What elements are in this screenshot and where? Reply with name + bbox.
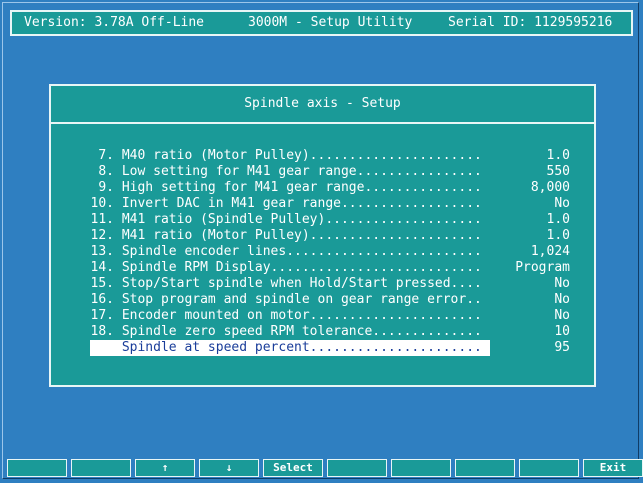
- setting-label: 13. Spindle encoder lines...............…: [90, 244, 490, 260]
- setting-value: No: [554, 276, 570, 291]
- setting-name: Encoder mounted on motor................…: [121, 308, 482, 323]
- setting-value: No: [554, 292, 570, 307]
- f2-key[interactable]: [71, 459, 131, 477]
- setting-row[interactable]: 19. Spindle at speed percent............…: [51, 340, 594, 356]
- setting-name: Low setting for M41 gear range..........…: [121, 164, 482, 179]
- setting-number: 19.: [90, 340, 114, 355]
- setting-number: 7.: [98, 148, 114, 163]
- setting-value: 1.0: [546, 148, 570, 163]
- setting-number: 14.: [90, 260, 114, 275]
- exit-key[interactable]: Exit: [583, 459, 643, 477]
- setting-label: 12. M41 ratio (Motor Pulley)............…: [90, 228, 490, 244]
- setting-row[interactable]: 9. High setting for M41 gear range......…: [51, 180, 594, 196]
- setting-value: 10: [554, 324, 570, 339]
- f9-key[interactable]: [519, 459, 579, 477]
- setting-number: 17.: [90, 308, 114, 323]
- setting-name: Stop/Start spindle when Hold/Start press…: [121, 276, 482, 291]
- setting-number: 13.: [90, 244, 114, 259]
- setting-row[interactable]: 16. Stop program and spindle on gear ran…: [51, 292, 594, 308]
- setting-row[interactable]: 7. M40 ratio (Motor Pulley).............…: [51, 148, 594, 164]
- setting-label: 9. High setting for M41 gear range......…: [90, 180, 490, 196]
- f7-key[interactable]: [391, 459, 451, 477]
- setting-label: 15. Stop/Start spindle when Hold/Start p…: [90, 276, 490, 292]
- setting-name: Spindle RPM Display.....................…: [121, 260, 482, 275]
- setting-value: 95: [554, 340, 570, 355]
- setting-label: 7. M40 ratio (Motor Pulley).............…: [90, 148, 490, 164]
- setting-name: Invert DAC in M41 gear range............…: [121, 196, 482, 211]
- setting-label: 17. Encoder mounted on motor............…: [90, 308, 490, 324]
- setting-name: Stop program and spindle on gear range e…: [121, 292, 482, 307]
- setting-row[interactable]: 15. Stop/Start spindle when Hold/Start p…: [51, 276, 594, 292]
- setting-value: No: [554, 196, 570, 211]
- setting-number: 8.: [98, 164, 114, 179]
- select-key[interactable]: Select: [263, 459, 323, 477]
- f1-key[interactable]: [7, 459, 67, 477]
- setting-label: 19. Spindle at speed percent............…: [90, 340, 490, 356]
- setting-name: M41 ratio (Spindle Pulley)..............…: [121, 212, 482, 227]
- setting-number: 18.: [90, 324, 114, 339]
- setting-value: Program: [515, 260, 570, 275]
- version-text: Version: 3.78A Off-Line: [24, 15, 205, 30]
- spindle-setup-panel: Spindle axis - Setup 7. M40 ratio (Motor…: [49, 84, 596, 387]
- function-key-bar: ↑ ↓ Select Exit: [7, 459, 643, 477]
- setting-name: High setting for M41 gear range.........…: [121, 180, 482, 195]
- setting-row[interactable]: 17. Encoder mounted on motor............…: [51, 308, 594, 324]
- setting-name: M40 ratio (Motor Pulley)................…: [121, 148, 482, 163]
- setting-row[interactable]: 11. M41 ratio (Spindle Pulley)..........…: [51, 212, 594, 228]
- setting-number: 10.: [90, 196, 114, 211]
- up-arrow-key[interactable]: ↑: [135, 459, 195, 477]
- setting-number: 12.: [90, 228, 114, 243]
- setting-value: 1.0: [546, 212, 570, 227]
- setting-row[interactable]: 8. Low setting for M41 gear range.......…: [51, 164, 594, 180]
- down-arrow-key[interactable]: ↓: [199, 459, 259, 477]
- setting-number: 15.: [90, 276, 114, 291]
- setting-number: 9.: [98, 180, 114, 195]
- setting-label: 16. Stop program and spindle on gear ran…: [90, 292, 490, 308]
- setting-row[interactable]: 10. Invert DAC in M41 gear range........…: [51, 196, 594, 212]
- setting-label: 11. M41 ratio (Spindle Pulley)..........…: [90, 212, 490, 228]
- f8-key[interactable]: [455, 459, 515, 477]
- setting-row[interactable]: 18. Spindle zero speed RPM tolerance....…: [51, 324, 594, 340]
- setting-label: 14. Spindle RPM Display.................…: [90, 260, 490, 276]
- setting-label: 10. Invert DAC in M41 gear range........…: [90, 196, 490, 212]
- serial-id-text: Serial ID: 1129595216: [448, 15, 613, 30]
- setting-value: 8,000: [530, 180, 570, 195]
- app-title: 3000M - Setup Utility: [248, 15, 413, 30]
- setting-number: 11.: [90, 212, 114, 227]
- setting-name: Spindle at speed percent................…: [121, 340, 482, 355]
- panel-title: Spindle axis - Setup: [51, 86, 594, 124]
- setting-row[interactable]: 12. M41 ratio (Motor Pulley)............…: [51, 228, 594, 244]
- f6-key[interactable]: [327, 459, 387, 477]
- setting-name: Spindle zero speed RPM tolerance........…: [121, 324, 482, 339]
- setting-row[interactable]: 13. Spindle encoder lines...............…: [51, 244, 594, 260]
- setting-label: 8. Low setting for M41 gear range.......…: [90, 164, 490, 180]
- setting-name: M41 ratio (Motor Pulley)................…: [121, 228, 482, 243]
- setting-row[interactable]: 14. Spindle RPM Display.................…: [51, 260, 594, 276]
- setting-number: 16.: [90, 292, 114, 307]
- setting-name: Spindle encoder lines...................…: [121, 244, 482, 259]
- setting-value: No: [554, 308, 570, 323]
- title-bar: Version: 3.78A Off-Line 3000M - Setup Ut…: [10, 10, 633, 36]
- setting-value: 1.0: [546, 228, 570, 243]
- setting-value: 1,024: [530, 244, 570, 259]
- setting-label: 18. Spindle zero speed RPM tolerance....…: [90, 324, 490, 340]
- setting-value: 550: [546, 164, 570, 179]
